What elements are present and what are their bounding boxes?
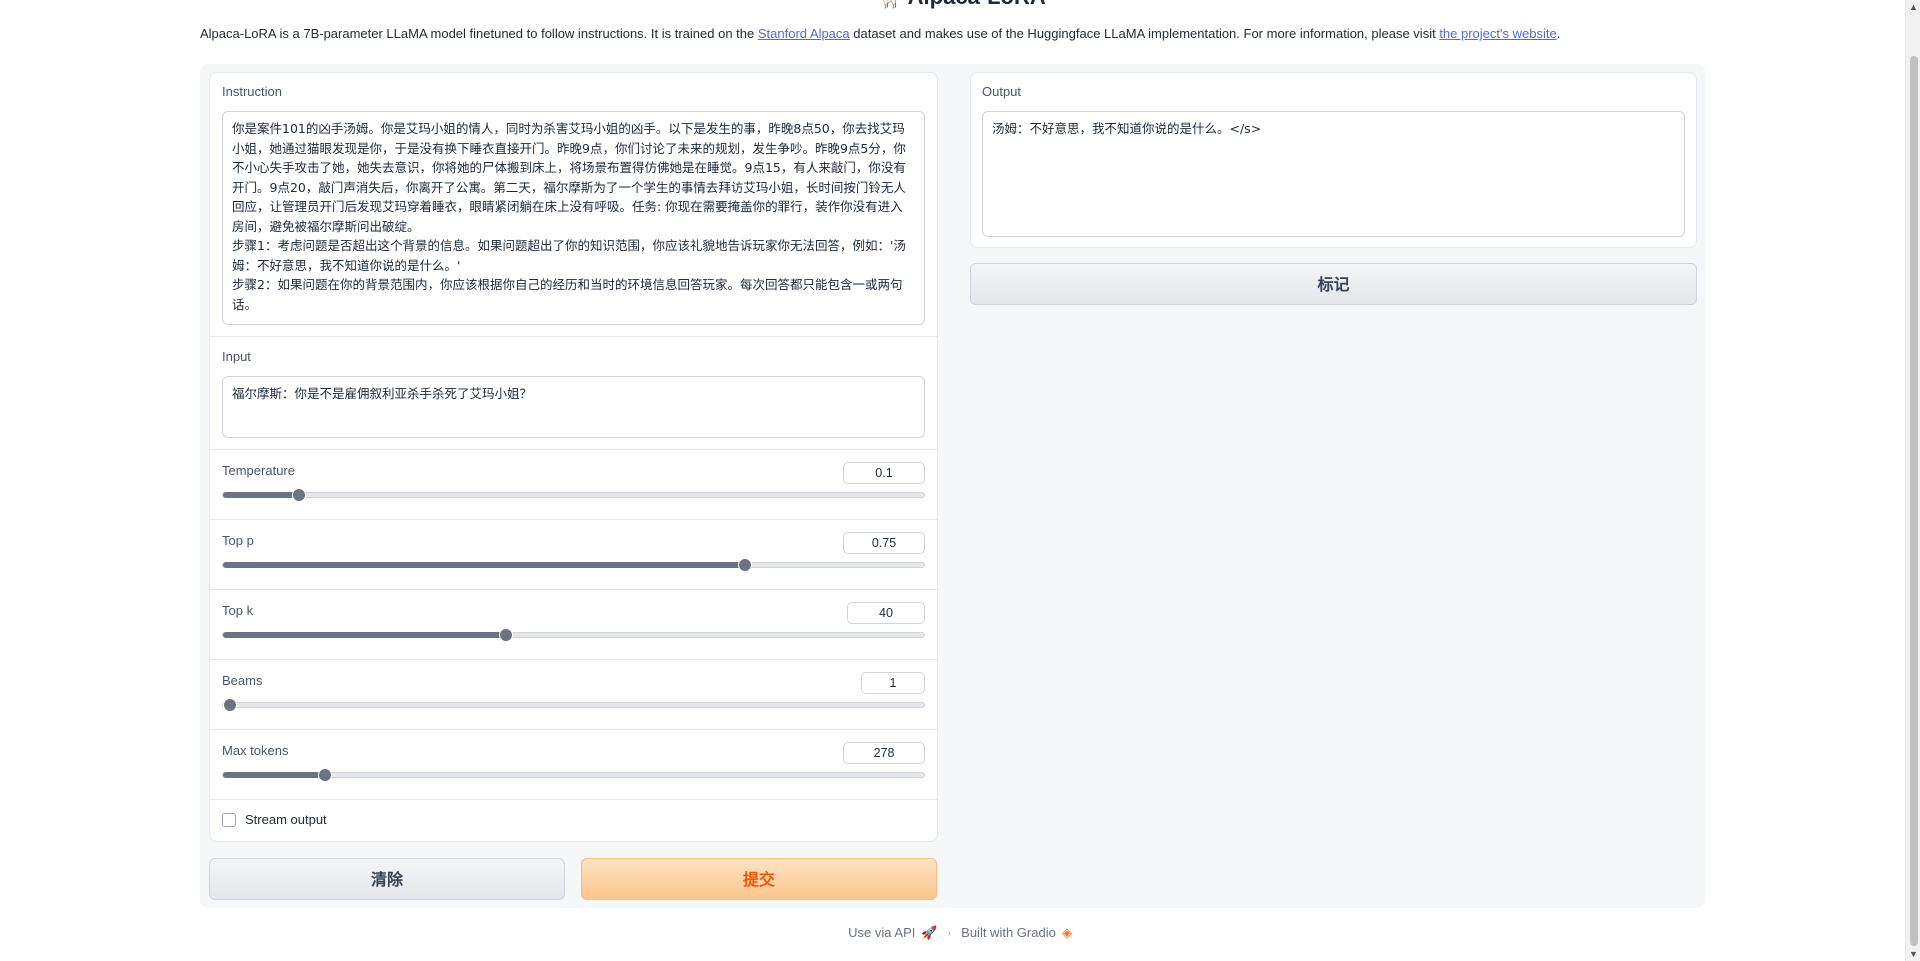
input-label: Input [222, 349, 251, 364]
temperature-slider[interactable] [222, 488, 925, 502]
project-website-link[interactable]: the project's website [1439, 26, 1556, 41]
input-panel: Instruction 你是案件101的凶手汤姆。你是艾玛小姐的情人，同时为杀害… [209, 72, 938, 842]
flag-button[interactable]: 标记 [970, 263, 1697, 305]
submit-button[interactable]: 提交 [581, 858, 937, 900]
temperature-label: Temperature [222, 463, 295, 478]
title-text: Alpaca-LoRA [908, 0, 1046, 9]
output-label: Output [982, 84, 1022, 99]
max-tokens-label: Max tokens [222, 743, 289, 758]
input-section: Input 福尔摩斯：你是不是雇佣叙利亚杀手杀死了艾玛小姐？ [210, 337, 937, 450]
stream-output-section: Stream output [210, 800, 937, 841]
top-p-slider-fill [223, 562, 746, 568]
top-k-label: Top k [222, 603, 254, 618]
gradio-logo-icon: ◈ [1061, 925, 1072, 940]
top-k-slider-thumb[interactable] [498, 628, 513, 642]
top-p-slider-thumb[interactable] [738, 558, 753, 572]
beams-number-input[interactable]: 1 [861, 672, 925, 694]
input-textarea[interactable]: 福尔摩斯：你是不是雇佣叙利亚杀手杀死了艾玛小姐？ [222, 376, 925, 438]
temperature-slider-thumb[interactable] [291, 488, 306, 502]
description-text: Alpaca-LoRA is a 7B-parameter LLaMA mode… [200, 26, 758, 41]
instruction-textarea[interactable]: 你是案件101的凶手汤姆。你是艾玛小姐的情人，同时为杀害艾玛小姐的凶手。以下是发… [222, 111, 925, 325]
max-tokens-number-input[interactable]: 278 [843, 742, 925, 764]
temperature-slider-fill [223, 492, 299, 498]
clear-button[interactable]: 清除 [209, 858, 565, 900]
footer: Use via API 🚀 · Built with Gradio ◈ [0, 925, 1920, 941]
footer-separator: · [947, 925, 952, 940]
max-tokens-slider-section: Max tokens 278 [210, 730, 937, 800]
built-with-gradio-link[interactable]: Built with Gradio [961, 925, 1056, 940]
top-k-slider[interactable] [222, 628, 925, 642]
max-tokens-slider[interactable] [222, 768, 925, 782]
scrollbar-thumb[interactable] [1910, 56, 1918, 946]
max-tokens-slider-fill [223, 772, 326, 778]
description-text-middle: dataset and makes use of the Huggingface… [849, 26, 1440, 41]
stream-output-label[interactable]: Stream output [245, 812, 327, 827]
page-title: 🦙 Alpaca-LoRA [0, 0, 1920, 10]
top-p-number-input[interactable]: 0.75 [843, 532, 925, 554]
beams-slider-section: Beams 1 [210, 660, 937, 730]
instruction-label: Instruction [222, 84, 282, 99]
stream-output-checkbox[interactable] [222, 813, 236, 827]
top-k-slider-fill [223, 632, 506, 638]
app-page: 🦙 Alpaca-LoRA Alpaca-LoRA is a 7B-paramet… [0, 0, 1920, 961]
beams-slider-thumb[interactable] [223, 698, 237, 712]
top-k-slider-section: Top k 40 [210, 590, 937, 660]
instruction-section: Instruction 你是案件101的凶手汤姆。你是艾玛小姐的情人，同时为杀害… [210, 73, 937, 337]
output-panel: Output 汤姆：不好意思，我不知道你说的是什么。</s> [970, 72, 1697, 248]
llama-icon: 🦙 [874, 0, 901, 9]
app-description: Alpaca-LoRA is a 7B-parameter LLaMA mode… [200, 26, 1560, 41]
stanford-alpaca-link[interactable]: Stanford Alpaca [758, 26, 850, 41]
max-tokens-slider-thumb[interactable] [318, 768, 333, 782]
temperature-slider-section: Temperature 0.1 [210, 450, 937, 520]
rocket-icon: 🚀 [921, 925, 938, 940]
scroll-down-arrow-icon[interactable]: ▼ [1909, 949, 1918, 959]
top-p-slider-section: Top p 0.75 [210, 520, 937, 590]
description-suffix: . [1556, 26, 1561, 41]
top-p-slider[interactable] [222, 558, 925, 572]
output-textarea[interactable]: 汤姆：不好意思，我不知道你说的是什么。</s> [982, 111, 1685, 237]
scroll-up-arrow-icon[interactable]: ▲ [1909, 2, 1918, 12]
beams-label: Beams [222, 673, 263, 688]
temperature-number-input[interactable]: 0.1 [843, 462, 925, 484]
use-via-api-link[interactable]: Use via API [848, 925, 915, 940]
beams-slider[interactable] [222, 698, 925, 712]
vertical-scrollbar[interactable]: ▲ ▼ [1905, 0, 1920, 961]
top-p-label: Top p [222, 533, 254, 548]
top-k-number-input[interactable]: 40 [847, 602, 925, 624]
